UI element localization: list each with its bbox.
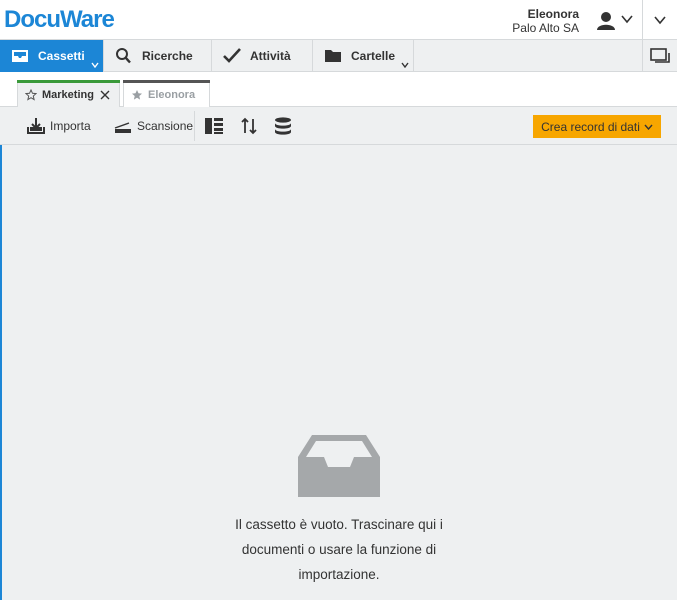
star-icon[interactable] bbox=[25, 89, 37, 101]
focus-indicator bbox=[0, 145, 2, 600]
tab-bar: Marketing Eleonora bbox=[0, 72, 677, 107]
nav-item-cartelle[interactable]: Cartelle bbox=[313, 40, 414, 72]
main-nav: Cassetti Ricerche Attività Cartelle bbox=[0, 40, 677, 72]
scanner-icon bbox=[114, 122, 131, 133]
nav-label: Cassetti bbox=[38, 49, 85, 63]
nav-label: Cartelle bbox=[351, 49, 396, 63]
close-icon[interactable] bbox=[100, 90, 110, 100]
tab-marketing[interactable]: Marketing bbox=[17, 80, 120, 107]
header-divider bbox=[642, 0, 643, 40]
user-icon[interactable] bbox=[596, 11, 616, 31]
nav-label: Ricerche bbox=[142, 49, 193, 63]
create-record-button[interactable]: Crea record di dati bbox=[533, 115, 661, 138]
chevron-down-icon[interactable] bbox=[401, 62, 409, 68]
scan-label: Scansione bbox=[137, 119, 194, 133]
nav-item-ricerche[interactable]: Ricerche bbox=[104, 40, 212, 72]
checkmark-icon bbox=[223, 48, 241, 63]
app-header: DocuWare Eleonora Palo Alto SA bbox=[0, 0, 677, 40]
import-label: Importa bbox=[50, 119, 91, 133]
window-icon bbox=[650, 48, 670, 63]
scan-button[interactable]: Scansione bbox=[113, 107, 193, 145]
chevron-down-icon[interactable] bbox=[621, 14, 633, 24]
chevron-down-icon[interactable] bbox=[654, 15, 666, 25]
docuware-logo[interactable]: DocuWare bbox=[4, 6, 115, 34]
user-name: Eleonora bbox=[527, 7, 579, 21]
tab-color-bar bbox=[123, 80, 210, 83]
tab-eleonora[interactable]: Eleonora bbox=[123, 80, 210, 107]
empty-tray-icon bbox=[298, 435, 380, 497]
nav-label: Attività bbox=[250, 49, 291, 63]
database-icon[interactable] bbox=[273, 117, 293, 135]
sort-icon[interactable] bbox=[239, 117, 259, 135]
columns-icon[interactable] bbox=[204, 117, 224, 135]
chevron-down-icon[interactable] bbox=[91, 62, 99, 68]
tab-label: Eleonora bbox=[148, 89, 196, 101]
toolbar-divider bbox=[194, 111, 195, 141]
tab-label: Marketing bbox=[42, 89, 94, 101]
create-record-label: Crea record di dati bbox=[541, 119, 640, 134]
window-toggle-button[interactable] bbox=[642, 40, 677, 72]
user-company: Palo Alto SA bbox=[512, 21, 579, 35]
folder-icon bbox=[325, 50, 341, 62]
empty-message: Il cassetto è vuoto. Trascinare qui i do… bbox=[235, 517, 443, 582]
tray-icon bbox=[12, 50, 28, 62]
user-info[interactable]: Eleonora Palo Alto SA bbox=[512, 7, 579, 35]
import-icon bbox=[27, 118, 45, 134]
search-icon bbox=[116, 48, 131, 64]
nav-item-attivita[interactable]: Attività bbox=[212, 40, 313, 72]
import-button[interactable]: Importa bbox=[26, 107, 91, 145]
tab-color-bar bbox=[17, 80, 120, 83]
chevron-down-icon bbox=[644, 124, 653, 130]
star-icon[interactable] bbox=[131, 89, 143, 101]
nav-item-cassetti[interactable]: Cassetti bbox=[0, 40, 104, 72]
